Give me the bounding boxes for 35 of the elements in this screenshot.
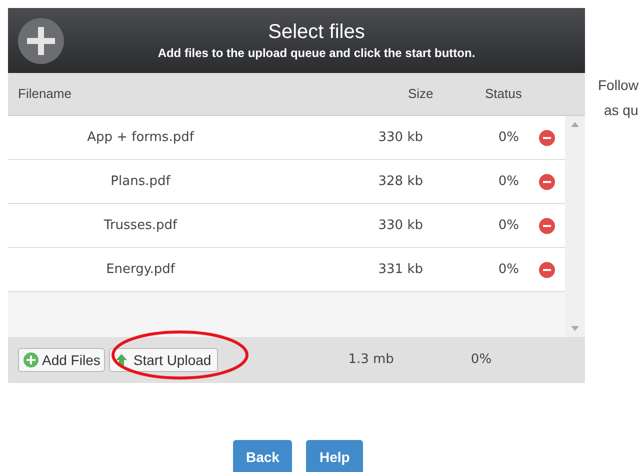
size-cell-text: 331 kb <box>377 260 423 279</box>
filename-cell-text: Plans.pdf <box>110 172 172 191</box>
nav-button[interactable]: Help <box>306 440 363 472</box>
status-cell-text: 0% <box>497 172 519 191</box>
status-cell-text: 0% <box>497 260 519 279</box>
dialog-title: Select files <box>268 20 365 44</box>
remove-button[interactable] <box>539 174 555 190</box>
remove-button[interactable] <box>539 130 555 146</box>
remove-button[interactable] <box>539 262 555 278</box>
up-arrow-icon <box>116 354 128 366</box>
dialog-subtitle: Add files to the upload queue and click the start button. <box>158 44 476 62</box>
scrollbar[interactable] <box>565 116 585 337</box>
size-cell-text: 328 kb <box>377 172 423 191</box>
status-cell-text: 0% <box>497 216 519 235</box>
total-status: 0% <box>470 351 492 370</box>
nav-button[interactable]: Back <box>233 440 292 472</box>
size-cell-text: 330 kb <box>377 216 423 235</box>
filename-cell-text: App + forms.pdf <box>86 128 196 147</box>
total-size: 1.3 mb <box>348 351 394 370</box>
column-header: Filename <box>18 85 72 104</box>
filename-cell-text: Energy.pdf <box>105 260 176 279</box>
status-cell-text: 0% <box>497 128 519 147</box>
add-files-button[interactable]: Add Files <box>18 348 106 372</box>
column-header: Status <box>485 85 522 104</box>
plus-icon <box>18 18 64 64</box>
add-icon <box>23 352 39 368</box>
filename-cell-text: Trusses.pdf <box>102 216 178 235</box>
side-note-line: as qu <box>604 101 638 120</box>
scroll-down-icon[interactable] <box>571 326 579 331</box>
size-cell-text: 330 kb <box>377 128 423 147</box>
column-header: Size <box>408 85 433 104</box>
side-note-line: Follow <box>598 76 638 95</box>
scroll-up-icon[interactable] <box>571 122 579 127</box>
start-upload-button[interactable]: Start Upload <box>109 348 218 372</box>
remove-button[interactable] <box>539 218 555 234</box>
